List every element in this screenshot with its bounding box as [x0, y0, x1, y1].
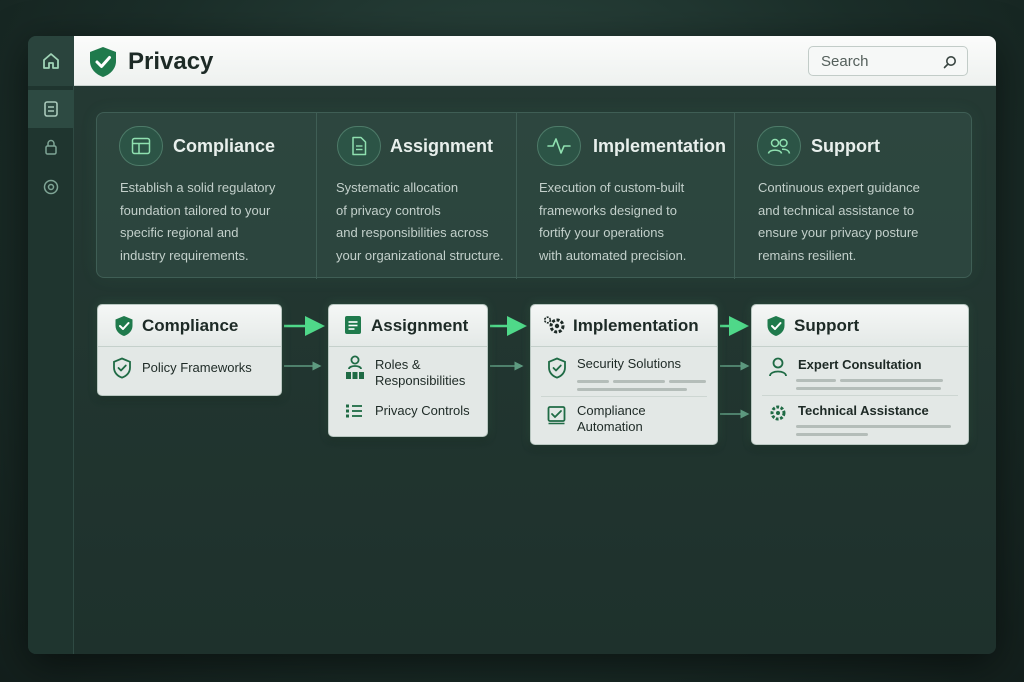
placeholder-line — [796, 425, 951, 428]
placeholder-line — [796, 387, 941, 390]
placeholder-line — [796, 379, 836, 382]
placeholder-line — [796, 433, 868, 436]
app-window: Privacy Search Compliance Establish a so… — [28, 36, 996, 654]
checkbox-icon — [547, 406, 566, 425]
list-icon — [346, 404, 362, 418]
org-chart-icon — [346, 355, 364, 379]
card-title: Assignment — [371, 316, 469, 335]
divider — [541, 396, 707, 397]
shield-check-outline-icon — [113, 357, 131, 379]
flow-card-implementation[interactable]: Implementation Security Solutions Compli… — [530, 304, 718, 445]
divider — [762, 395, 958, 396]
flow-card-compliance[interactable]: Compliance Policy Frameworks — [97, 304, 282, 396]
flow-card-support[interactable]: Support Expert Consultation Technical As… — [751, 304, 969, 445]
user-icon — [769, 357, 787, 377]
shield-check-icon — [767, 316, 785, 336]
placeholder-line — [577, 380, 609, 383]
shield-check-icon — [115, 316, 133, 336]
placeholder-line — [669, 380, 706, 383]
placeholder-line — [613, 380, 665, 383]
document-list-icon — [345, 316, 361, 334]
card-title: Support — [794, 316, 860, 335]
gear-icon — [770, 405, 786, 421]
placeholder-line — [840, 379, 943, 382]
card-title: Implementation — [573, 316, 699, 335]
shield-check-outline-icon — [548, 357, 566, 379]
flow-card-assignment[interactable]: Assignment Roles & Responsibilities Priv… — [328, 304, 488, 437]
gear-icon — [543, 316, 565, 334]
placeholder-line — [577, 388, 687, 391]
card-title: Compliance — [142, 316, 239, 335]
